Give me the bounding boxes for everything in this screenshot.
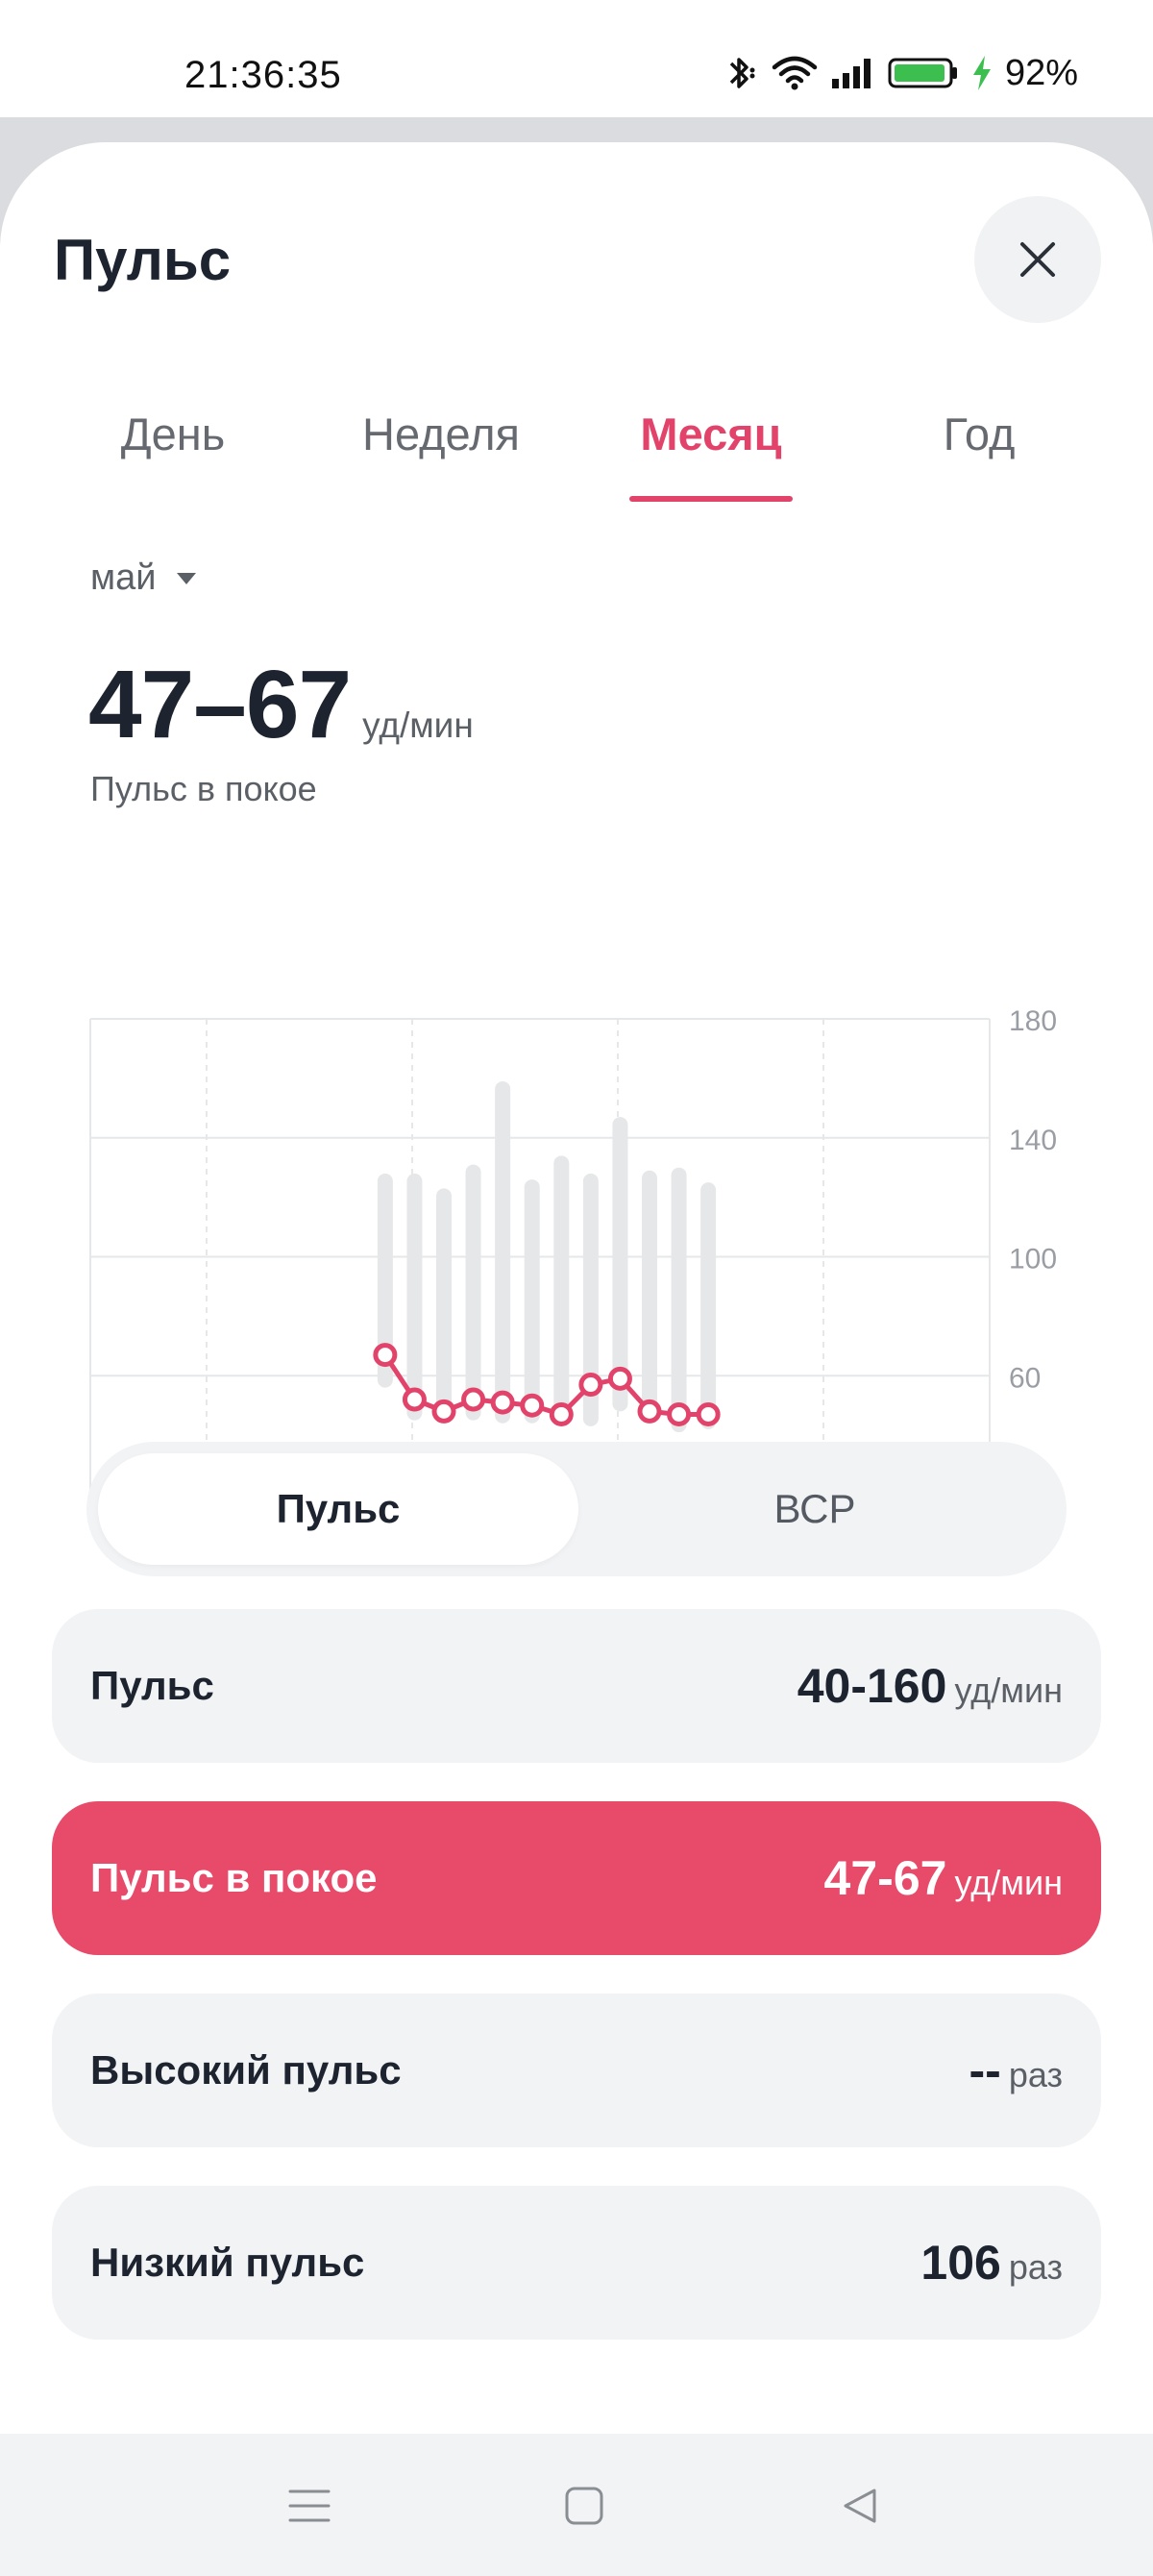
stat-unit: уд/мин: [954, 1863, 1063, 1902]
tab-day[interactable]: День: [121, 408, 225, 460]
resting-hr-point: [402, 1387, 427, 1412]
resting-hr-point: [549, 1401, 574, 1426]
bluetooth-icon: [723, 54, 759, 92]
close-button[interactable]: [974, 196, 1101, 323]
close-icon: [1020, 242, 1055, 277]
stat-unit: уд/мин: [954, 1671, 1063, 1710]
page-title: Пульс: [54, 228, 232, 292]
status-bar: 21:36:35 92%: [0, 0, 1153, 117]
stat-label: Высокий пульс: [90, 2047, 402, 2093]
stat-label: Пульс в покое: [90, 1855, 378, 1900]
range-bar: [406, 1173, 423, 1421]
tab-week[interactable]: Неделя: [362, 408, 520, 460]
stat-unit: раз: [1008, 2247, 1063, 2287]
range-bar: [700, 1182, 717, 1429]
resting-hr-point: [637, 1399, 662, 1424]
resting-hr-point: [431, 1399, 456, 1424]
y-tick-label: 60: [1009, 1362, 1041, 1394]
home-button[interactable]: [551, 2472, 618, 2539]
summary-value: 47–67 уд/мин: [88, 650, 474, 760]
stat-label: Пульс: [90, 1663, 214, 1708]
resting-hr-point: [607, 1366, 632, 1391]
period-tabs: День Неделя Месяц Год: [0, 408, 1153, 504]
stat-value: 47-67: [823, 1851, 947, 1905]
month-select[interactable]: май: [90, 557, 197, 599]
menu-button[interactable]: [276, 2472, 343, 2539]
battery-icon: [888, 54, 959, 92]
y-tick-label: 180: [1009, 1005, 1057, 1037]
status-time: 21:36:35: [184, 54, 342, 96]
summary-number: 47–67: [88, 651, 352, 758]
tab-active-indicator: [629, 496, 793, 502]
summary-unit: уд/мин: [362, 706, 474, 745]
signal-icon: [830, 54, 876, 92]
resting-hr-point: [373, 1343, 398, 1368]
switch-hrv[interactable]: ВСР: [575, 1453, 1055, 1565]
resting-hr-point: [520, 1393, 545, 1418]
month-select-value: май: [90, 557, 157, 598]
range-bar: [436, 1188, 452, 1424]
stat-card-pulse[interactable]: Пульс 40-160 уд/мин: [52, 1609, 1101, 1763]
range-bar: [495, 1080, 511, 1424]
battery-percent: 92%: [1004, 52, 1078, 93]
metric-switch: Пульс ВСР: [86, 1442, 1067, 1576]
range-bar: [553, 1155, 570, 1421]
status-icons: 92%: [723, 50, 1078, 96]
range-bar: [671, 1167, 687, 1433]
tab-month[interactable]: Месяц: [640, 408, 781, 460]
resting-hr-point: [667, 1401, 692, 1426]
range-bar: [524, 1179, 540, 1424]
wifi-icon: [771, 54, 819, 92]
range-bar: [465, 1164, 481, 1421]
home-icon: [565, 2487, 603, 2525]
resting-hr-point: [461, 1387, 486, 1412]
menu-icon: [288, 2489, 331, 2522]
stat-card-resting[interactable]: Пульс в покое 47-67 уд/мин: [52, 1801, 1101, 1955]
resting-hr-point: [490, 1390, 515, 1415]
back-button[interactable]: [826, 2472, 894, 2539]
charging-icon: [970, 54, 994, 92]
resting-hr-point: [578, 1373, 603, 1398]
stat-card-low[interactable]: Низкий пульс 106 раз: [52, 2186, 1101, 2340]
tab-year[interactable]: Год: [944, 408, 1016, 460]
stat-value: --: [969, 2043, 1001, 2097]
y-tick-label: 140: [1009, 1125, 1057, 1156]
summary-caption: Пульс в покое: [90, 769, 317, 808]
stat-label: Низкий пульс: [90, 2240, 365, 2285]
y-tick-label: 100: [1009, 1244, 1057, 1276]
back-icon: [844, 2489, 876, 2523]
stat-card-high[interactable]: Высокий пульс -- раз: [52, 1994, 1101, 2147]
switch-pulse[interactable]: Пульс: [98, 1453, 578, 1565]
resting-hr-point: [696, 1401, 721, 1426]
range-bar: [642, 1170, 657, 1424]
stat-unit: раз: [1008, 2055, 1063, 2094]
caret-down-icon: [176, 572, 196, 584]
stat-value: 40-160: [797, 1659, 947, 1713]
stat-value: 106: [920, 2236, 1001, 2290]
system-nav-bar: [0, 2434, 1153, 2576]
heart-rate-sheet: Пульс День Неделя Месяц Год май 47–67 уд…: [0, 142, 1153, 2434]
